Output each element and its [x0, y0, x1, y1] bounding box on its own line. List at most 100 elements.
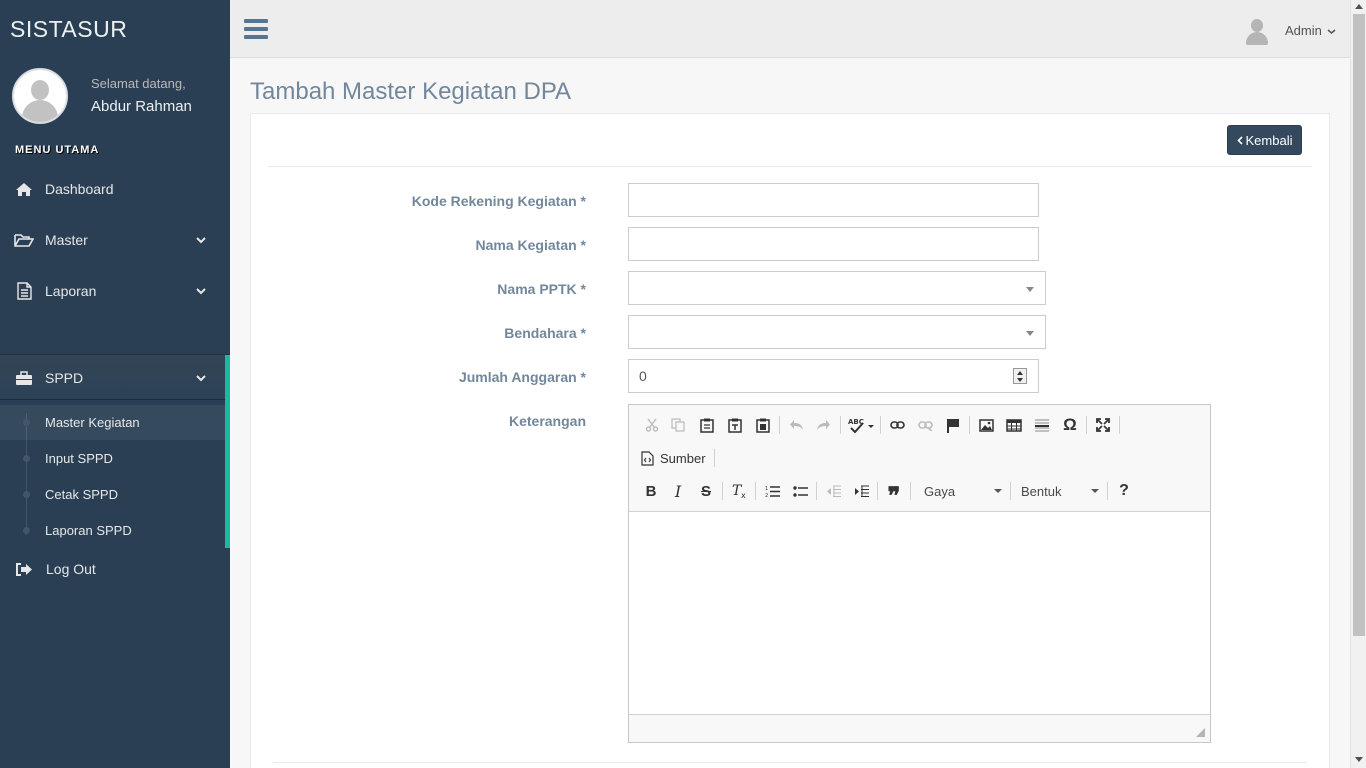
sidebar-item-dashboard[interactable]: Dashboard	[0, 169, 230, 209]
sidebar-item-laporan[interactable]: Laporan	[0, 271, 230, 311]
style-dropdown-label: Gaya	[924, 483, 956, 499]
table-icon[interactable]	[1003, 414, 1025, 436]
paste-text-icon[interactable]	[724, 414, 746, 436]
link-icon[interactable]	[886, 414, 908, 436]
caret-down-icon	[1026, 287, 1034, 292]
paste-icon[interactable]	[696, 414, 718, 436]
italic-icon[interactable]: I	[667, 480, 689, 502]
sidebar-item-sppd[interactable]: SPPD	[0, 355, 225, 400]
remove-format-icon[interactable]: Tx	[728, 480, 750, 502]
svg-text:2: 2	[765, 493, 768, 498]
sidebar-item-label: Master	[45, 232, 88, 248]
file-text-icon	[14, 282, 34, 300]
sidebar-item-logout[interactable]: Log Out	[0, 549, 230, 589]
unlink-icon[interactable]	[914, 414, 936, 436]
blockquote-icon[interactable]: ❞	[883, 480, 905, 510]
sidebar-section-sppd: SPPD Master Kegiatan Input SPPD Cetak SP…	[0, 354, 230, 548]
divider	[268, 166, 1312, 167]
sidebar-subitem-input-sppd[interactable]: Input SPPD	[0, 441, 225, 476]
welcome-text: Selamat datang,	[91, 76, 186, 91]
source-button[interactable]: Sumber	[641, 447, 721, 469]
sidebar-item-label: Log Out	[46, 561, 96, 577]
chevron-left-icon	[1236, 135, 1243, 145]
page-scrollbar[interactable]	[1350, 0, 1366, 768]
editor-content-area[interactable]	[629, 512, 1210, 714]
special-char-icon[interactable]: Ω	[1059, 414, 1081, 436]
paste-from-word-icon[interactable]	[752, 414, 774, 436]
app-brand[interactable]: SISTASUR	[10, 16, 127, 43]
sidebar-item-label: SPPD	[45, 370, 84, 386]
format-dropdown-label: Bentuk	[1021, 483, 1062, 499]
help-icon[interactable]: ?	[1113, 480, 1135, 502]
sidebar-subitem-master-kegiatan[interactable]: Master Kegiatan	[0, 405, 225, 440]
bendahara-select[interactable]	[628, 315, 1046, 349]
back-button[interactable]: Kembali	[1227, 125, 1302, 155]
jumlah-anggaran-input[interactable]: 0	[628, 359, 1039, 393]
user-name: Admin	[1285, 23, 1322, 38]
anchor-flag-icon[interactable]	[942, 414, 964, 436]
jumlah-anggaran-label: Jumlah Anggaran *	[458, 369, 586, 385]
editor-status-bar	[629, 714, 1210, 742]
sidebar-subitem-label: Input SPPD	[45, 451, 113, 466]
page-title: Tambah Master Kegiatan DPA	[250, 78, 572, 105]
kode-rekening-input[interactable]	[628, 183, 1039, 217]
svg-text:x: x	[741, 491, 746, 499]
sidebar-subitem-label: Laporan SPPD	[45, 523, 132, 538]
bullet-dot	[23, 419, 30, 426]
nama-kegiatan-label: Nama Kegiatan *	[475, 237, 586, 253]
bullet-dot	[23, 527, 30, 534]
outdent-icon[interactable]	[822, 480, 844, 502]
sidebar-subitem-laporan-sppd[interactable]: Laporan SPPD	[0, 513, 225, 548]
chevron-down-icon	[196, 237, 206, 244]
home-icon	[14, 180, 34, 198]
nama-pptk-label: Nama PPTK *	[497, 281, 586, 297]
sidebar-subitem-label: Cetak SPPD	[45, 487, 118, 502]
back-button-label: Kembali	[1245, 132, 1293, 148]
style-dropdown[interactable]: Gaya	[924, 480, 1002, 502]
sidebar-item-label: Dashboard	[45, 181, 114, 197]
caret-down-icon	[1091, 489, 1099, 493]
numbered-list-icon[interactable]: 12	[761, 480, 783, 502]
format-dropdown[interactable]: Bentuk	[1021, 480, 1099, 502]
source-icon	[641, 450, 654, 466]
bullet-dot	[23, 455, 30, 462]
chevron-down-icon	[1327, 29, 1336, 34]
chevron-down-icon	[196, 288, 206, 295]
sidebar-item-master[interactable]: Master	[0, 220, 230, 260]
svg-text:1: 1	[765, 486, 768, 492]
user-avatar-icon[interactable]	[1244, 17, 1270, 45]
number-spinner[interactable]	[1013, 368, 1027, 384]
cut-icon[interactable]	[641, 414, 663, 436]
image-icon[interactable]	[975, 414, 997, 436]
nama-pptk-select[interactable]	[628, 271, 1046, 305]
sidebar-subitem-cetak-sppd[interactable]: Cetak SPPD	[0, 477, 225, 512]
kode-rekening-label: Kode Rekening Kegiatan *	[411, 193, 586, 209]
bold-icon[interactable]: B	[640, 480, 662, 502]
scroll-down-arrow-icon[interactable]	[1355, 757, 1363, 762]
folder-open-icon	[14, 231, 34, 249]
bulleted-list-icon[interactable]	[789, 480, 811, 502]
nama-kegiatan-input[interactable]	[628, 227, 1039, 261]
sidebar: SISTASUR Selamat datang, Abdur Rahman ME…	[0, 0, 230, 768]
horizontal-line-icon[interactable]	[1031, 414, 1053, 436]
undo-icon[interactable]	[785, 414, 807, 436]
spellcheck-icon[interactable]: ABC	[847, 414, 875, 436]
scrollbar-thumb[interactable]	[1353, 14, 1365, 636]
avatar	[12, 68, 68, 124]
sign-out-icon	[14, 560, 34, 578]
source-label: Sumber	[660, 450, 706, 466]
user-menu[interactable]: Admin	[1285, 23, 1336, 38]
strikethrough-icon[interactable]: S	[695, 480, 717, 502]
copy-icon[interactable]	[667, 414, 689, 436]
maximize-icon[interactable]	[1092, 414, 1114, 436]
form-panel: Kembali Kode Rekening Kegiatan * Nama Ke…	[250, 113, 1330, 768]
sidebar-item-sppd-row: SPPD	[0, 358, 230, 398]
indent-icon[interactable]	[850, 480, 872, 502]
editor-toolbar: ABC Ω Sumber B I S T x 1 2 ❞ Gaya Bentuk…	[629, 405, 1210, 512]
resize-handle-icon[interactable]	[1196, 728, 1205, 737]
menu-toggle-icon[interactable]	[244, 19, 268, 39]
jumlah-anggaran-value: 0	[639, 368, 647, 384]
redo-icon[interactable]	[812, 414, 834, 436]
bendahara-label: Bendahara *	[504, 325, 586, 341]
scroll-up-arrow-icon[interactable]	[1355, 4, 1363, 9]
